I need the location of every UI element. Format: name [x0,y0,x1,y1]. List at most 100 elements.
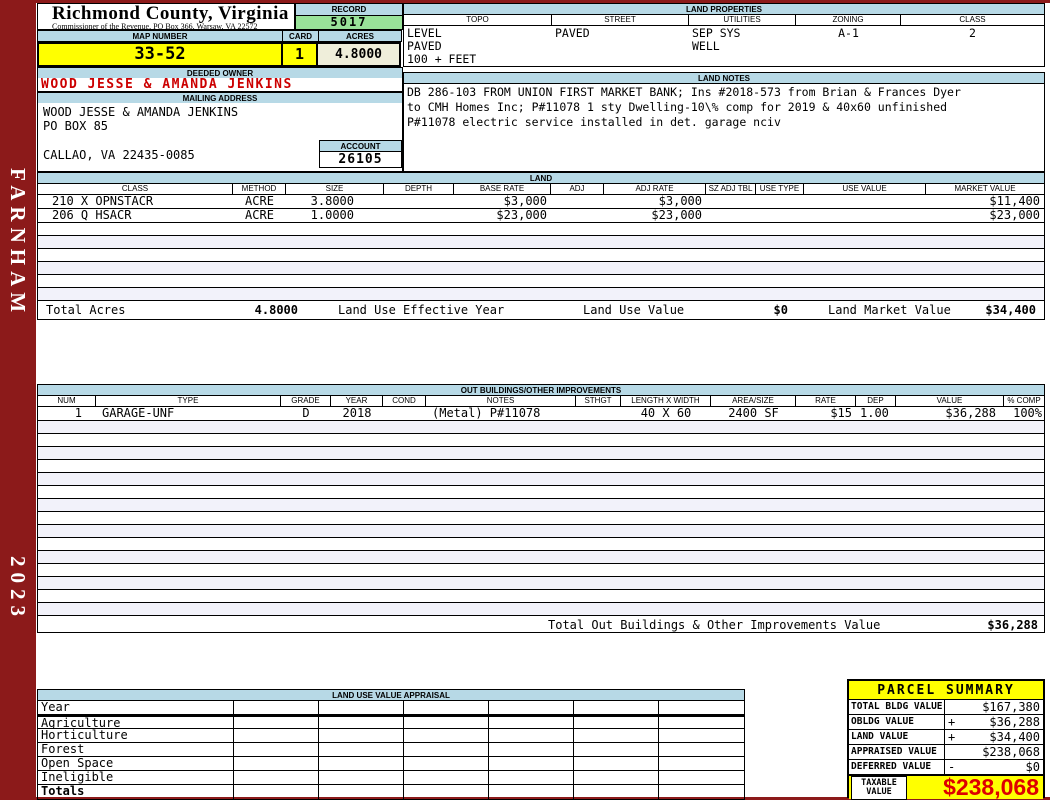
ps-op: - [948,760,956,774]
land-class: 210 X OPNSTACR [52,195,154,208]
parcel-summary-row: TOTAL BLDG VALUE $167,380 [849,700,1043,715]
lua-cell [404,729,489,742]
lua-cell [404,701,489,714]
out-buildings-total-label: Total Out Buildings & Other Improvements… [548,618,881,632]
out-buildings-title: OUT BUILDINGS/OTHER IMPROVEMENTS [38,385,1044,396]
lua-cell [404,757,489,770]
empty-row [38,262,1044,275]
lua-row-ineligible: Ineligible [38,771,744,785]
lua-cell [234,757,319,770]
lua-cell [489,701,574,714]
lua-row-year: Year [38,701,744,715]
col-depth: DEPTH [384,184,454,194]
lua-cell [489,729,574,742]
empty-row [38,603,1044,616]
lua-cell [319,717,404,728]
lua-cell [234,785,319,799]
lua-cell [574,785,659,799]
acres-value: 4.8000 [316,42,401,67]
land-base-rate: $23,000 [496,209,547,222]
ps-label: APPRAISED VALUE [849,745,945,759]
ps-label: OBLDG VALUE [849,715,945,729]
total-acres-label: Total Acres [46,303,126,317]
land-use-type [756,195,804,208]
lua-cell [404,717,489,728]
ps-op: + [948,730,956,744]
lua-row-horticulture: Horticulture [38,729,744,743]
col-method: METHOD [233,184,286,194]
land-method: ACRE [245,195,274,208]
mailing-address-block: WOOD JESSE & AMANDA JENKINS PO BOX 85 CA… [37,103,403,172]
col-rate: RATE [796,396,856,406]
ps-label: LAND VALUE [849,730,945,744]
ps-value: $0 [1025,760,1040,774]
col-sthgt: STHGT [576,396,621,406]
lua-cell [574,771,659,784]
taxable-value-amount: $238,068 [943,774,1039,800]
district-sidebar: FARNHAM 2023 [0,0,36,800]
land-properties-section: LAND PROPERTIES TOPO STREET UTILITIES ZO… [403,3,1045,67]
ps-value: $167,380 [982,700,1040,714]
record-box: RECORD 5017 [295,3,403,30]
map-number-header-row: MAP NUMBER CARD ACRES [37,30,403,42]
topo-value: LEVEL PAVED 100 + FEET [407,26,477,66]
lua-cell [319,771,404,784]
lua-cell [489,757,574,770]
land-use-value [804,195,926,208]
acres-label: ACRES [318,30,402,42]
ob-sthgt [576,407,621,420]
empty-row [38,473,1044,486]
out-buildings-total-row: Total Out Buildings & Other Improvements… [38,616,1044,632]
parcel-summary-row: DEFERRED VALUE - $0 [849,760,1043,775]
lua-cell [574,743,659,756]
lua-cell [574,717,659,728]
parcel-summary-title: PARCEL SUMMARY [849,681,1043,700]
land-market-value: $11,400 [989,195,1040,208]
empty-row [38,512,1044,525]
lua-cell [404,785,489,799]
col-grade: GRADE [281,396,331,406]
lua-row-totals: Totals [38,785,744,799]
land-columns: CLASS METHOD SIZE DEPTH BASE RATE ADJ AD… [38,184,1044,195]
zoning-value: A-1 [838,26,859,40]
col-adj: ADJ [551,184,604,194]
out-buildings-columns: NUM TYPE GRADE YEAR COND NOTES STHGT LEN… [38,396,1044,407]
out-buildings-table: OUT BUILDINGS/OTHER IMPROVEMENTS NUM TYP… [37,384,1045,633]
land-row: 210 X OPNSTACR ACRE 3.8000 $3,000 $3,000… [38,195,1044,209]
lua-cell [234,701,319,714]
lua-cell [404,743,489,756]
lua-cell [234,743,319,756]
land-empty-rows [38,223,1044,301]
land-market-value-label: Land Market Value [828,303,951,317]
col-adj-rate: ADJ RATE [604,184,706,194]
land-sz-adj [706,209,756,222]
col-topo: TOPO [404,15,552,25]
account-value: 26105 [338,152,383,167]
col-year: YEAR [331,396,383,406]
ob-year: 2018 [342,407,372,420]
lua-label: Horticulture [38,729,234,742]
mailing-line-2: PO BOX 85 [43,119,109,133]
land-notes-section: LAND NOTES DB 286-103 FROM UNION FIRST M… [403,72,1045,172]
parcel-summary: PARCEL SUMMARY TOTAL BLDG VALUE $167,380… [847,679,1045,800]
lua-cell [489,771,574,784]
ob-rate: $15 [830,407,852,420]
land-use-effective-year-label: Land Use Effective Year [338,303,505,317]
land-totals-row: Total Acres 4.8000 Land Use Effective Ye… [38,301,1044,319]
lua-cell [319,729,404,742]
lua-row-agriculture: Agriculture [38,715,744,729]
empty-row [38,236,1044,249]
land-size: 1.0000 [310,209,354,222]
empty-row [38,577,1044,590]
empty-row [38,288,1044,301]
out-building-row: 1 GARAGE-UNF D 2018 (Metal) P#11078 40 X… [38,407,1044,421]
land-use-appraisal-title: LAND USE VALUE APPRAISAL [38,690,744,701]
col-type: TYPE [96,396,281,406]
street-value: PAVED [555,26,590,40]
county-header: Richmond County, Virginia Commissioner o… [37,3,295,31]
lua-cell [659,717,744,728]
land-properties-title: LAND PROPERTIES [404,4,1044,15]
district-name: FARNHAM [6,168,30,319]
ob-pct-comp: 100% [1013,407,1042,420]
lua-cell [659,743,744,756]
